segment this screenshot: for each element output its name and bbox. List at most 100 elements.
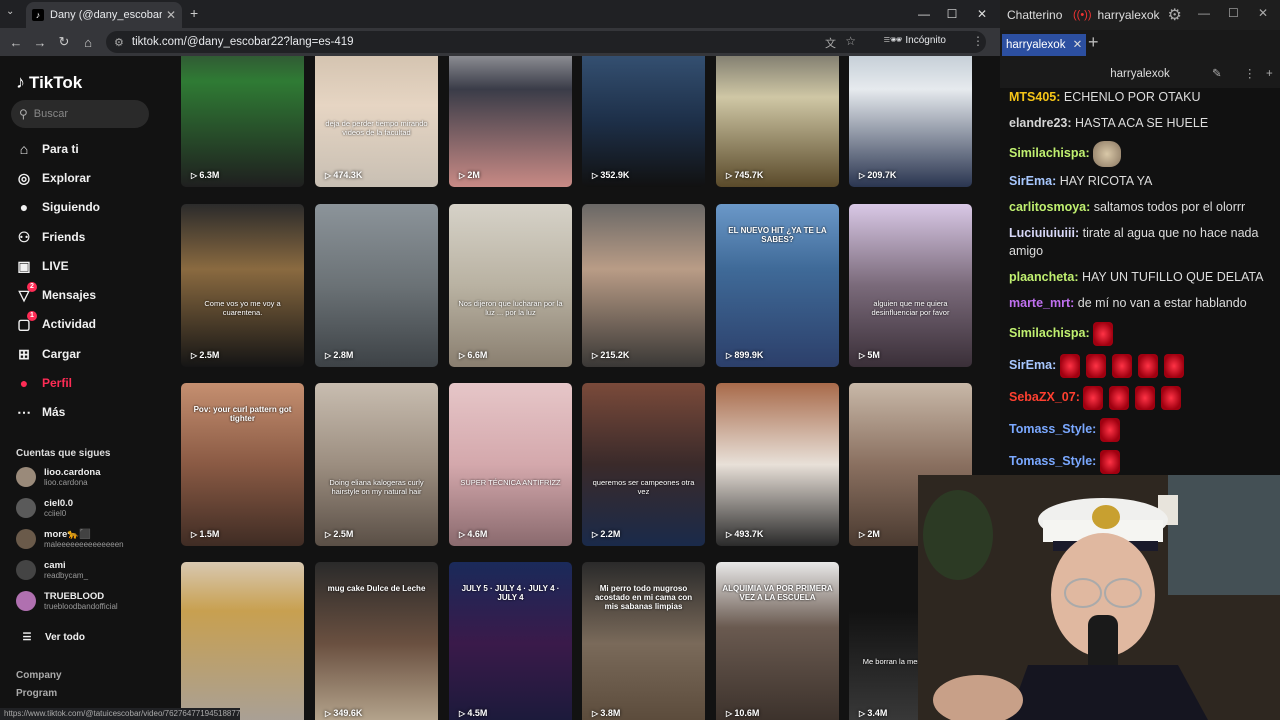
video-thumbnail[interactable]: CON6.3M bbox=[181, 56, 304, 187]
video-thumbnail[interactable]: ALQUIMIA VA POR PRIMERA VEZ A LA ESCUELA… bbox=[716, 562, 839, 720]
chat-close-icon[interactable]: ✕ bbox=[1258, 6, 1268, 20]
video-thumbnail[interactable]: Doing eliana kalogeras curly hairstyle o… bbox=[315, 383, 438, 546]
close-window-icon[interactable]: ✕ bbox=[968, 4, 996, 24]
channel-header: harryalexok ✎ ⋮ + bbox=[1000, 60, 1280, 88]
chat-maximize-icon[interactable]: ☐ bbox=[1228, 6, 1239, 20]
red-light-emote-icon[interactable] bbox=[1093, 321, 1114, 346]
mod-tools-icon[interactable]: ✎ bbox=[1212, 60, 1222, 88]
browser-tab[interactable]: ♪ Dany (@dany_escobar22) | TikTok ✕ bbox=[26, 2, 182, 28]
video-thumbnail[interactable]: Nos dijeron que lucharan por la luz ... … bbox=[449, 204, 572, 367]
nav-item-siguiendo[interactable]: ● Siguiendo bbox=[15, 194, 165, 220]
following-account[interactable]: ciel0.0 cciiel0 bbox=[16, 495, 166, 521]
nav-item-explorar[interactable]: ◎ Explorar bbox=[15, 165, 165, 191]
video-thumbnail[interactable]: alguien que me quiera desinfluenciar por… bbox=[849, 204, 972, 367]
chat-tab-close-icon[interactable]: ✕ bbox=[1073, 39, 1083, 51]
video-thumbnail[interactable]: 493.7K bbox=[716, 383, 839, 546]
video-thumbnail[interactable]: JULY 5 · JULY 4 · JULY 4 · JULY 4 4.5M bbox=[449, 562, 572, 720]
see-all-button[interactable]: ☰ Ver todo bbox=[18, 624, 168, 650]
chat-username[interactable]: Tomass_Style bbox=[1009, 422, 1092, 436]
chat-username[interactable]: SirEma bbox=[1009, 358, 1052, 372]
back-icon[interactable]: ← bbox=[4, 35, 28, 50]
chat-tab-harryalexok[interactable]: harryalexok ✕ bbox=[1002, 34, 1087, 56]
nav-item-actividad[interactable]: ▢ 1 Actividad bbox=[15, 310, 165, 337]
add-tab-icon[interactable]: + bbox=[1088, 32, 1099, 53]
chat-username[interactable]: Tomass_Style bbox=[1009, 454, 1092, 468]
video-thumbnail[interactable]: Mi perro todo mugroso acostado en mi cam… bbox=[582, 562, 705, 720]
home-browser-icon[interactable]: ⌂ bbox=[76, 35, 100, 50]
following-account[interactable]: more🐆⬛ maleeeeeeeeeeeeeen bbox=[16, 526, 166, 552]
search-input[interactable]: ⚲ Buscar bbox=[11, 100, 149, 128]
minimize-icon[interactable]: — bbox=[910, 4, 938, 24]
chat-username[interactable]: Similachispa bbox=[1009, 326, 1085, 340]
red-light-emote-icon[interactable] bbox=[1099, 417, 1120, 442]
video-thumbnail[interactable]: Pov: your curl pattern got tighter 1.5M bbox=[181, 383, 304, 546]
chat-username[interactable]: SirEma bbox=[1009, 174, 1052, 188]
chat-minimize-icon[interactable]: — bbox=[1198, 6, 1210, 20]
translate-icon[interactable]: 文 bbox=[825, 35, 836, 51]
chat-username[interactable]: SebaZX_07 bbox=[1009, 390, 1076, 404]
nav-item-para-ti[interactable]: ⌂ Para ti bbox=[15, 136, 165, 162]
channel-menu-icon[interactable]: ⋮ bbox=[1244, 60, 1256, 88]
reload-icon[interactable]: ↻ bbox=[52, 34, 76, 50]
video-thumbnail[interactable]: EL NUEVO HIT ¿YA TE LA SABES? 899.9K bbox=[716, 204, 839, 367]
bookmark-star-icon[interactable]: ☆ bbox=[845, 34, 856, 48]
video-thumbnail[interactable]: 2.8M bbox=[315, 204, 438, 367]
video-thumbnail[interactable]: mug cake Dulce de Leche 349.6K bbox=[315, 562, 438, 720]
tab-search-icon[interactable]: ⌄ bbox=[6, 6, 14, 17]
forward-icon[interactable]: → bbox=[28, 35, 52, 50]
chat-username[interactable]: MTS405 bbox=[1009, 90, 1056, 104]
video-thumbnail[interactable]: 352.9K bbox=[582, 56, 705, 187]
red-light-emote-icon[interactable] bbox=[1111, 353, 1132, 378]
red-light-emote-icon[interactable] bbox=[1099, 449, 1120, 474]
footer-program-link[interactable]: Program bbox=[16, 688, 57, 699]
nav-item-friends[interactable]: ⚇ Friends bbox=[15, 224, 165, 250]
red-light-emote-icon[interactable] bbox=[1161, 385, 1182, 410]
video-thumbnail[interactable]: deja de perder tiempo mirando videos de … bbox=[315, 56, 438, 187]
red-light-emote-icon[interactable] bbox=[1083, 385, 1104, 410]
url-field[interactable]: ⚙ tiktok.com/@dany_escobar22?lang=es-419… bbox=[106, 31, 986, 53]
cat-emote-icon[interactable] bbox=[1093, 140, 1122, 167]
chat-username[interactable]: carlitosmoya bbox=[1009, 200, 1086, 214]
incognito-icon: 🕶 bbox=[889, 35, 906, 46]
following-account[interactable]: lioo.cardona lioo.cardona bbox=[16, 464, 166, 490]
red-light-emote-icon[interactable] bbox=[1163, 353, 1184, 378]
new-tab-icon[interactable]: + bbox=[190, 5, 198, 21]
video-thumbnail[interactable]: queremos ser campeones otra vez 2.2M bbox=[582, 383, 705, 546]
video-thumbnail[interactable]: 209.7K bbox=[849, 56, 972, 187]
video-thumbnail[interactable]: 215.2K bbox=[582, 204, 705, 367]
red-light-emote-icon[interactable] bbox=[1109, 385, 1130, 410]
close-tab-icon[interactable]: ✕ bbox=[166, 8, 176, 22]
nav-item-perfil[interactable]: ● Perfil bbox=[15, 370, 165, 396]
tiktok-logo[interactable]: ♪ TikTok bbox=[16, 72, 82, 93]
video-thumbnail[interactable]: 745.7K bbox=[716, 56, 839, 187]
account-text: lioo.cardona lioo.cardona bbox=[44, 467, 100, 487]
red-light-emote-icon[interactable] bbox=[1085, 353, 1106, 378]
following-account[interactable]: cami readbycam_ bbox=[16, 557, 166, 583]
site-info-icon[interactable]: ⚙ bbox=[114, 36, 124, 49]
chat-username[interactable]: marte_mrt bbox=[1009, 296, 1070, 310]
video-thumbnail[interactable] bbox=[181, 562, 304, 720]
following-account[interactable]: TRUEBLOOD truebloodbandofficial bbox=[16, 588, 166, 614]
nav-item-mensajes[interactable]: ▽ 2 Mensajes bbox=[15, 281, 165, 308]
red-light-emote-icon[interactable] bbox=[1137, 353, 1158, 378]
video-thumbnail[interactable]: SUPER TÉCNICA ANTIFRIZZ 4.6M bbox=[449, 383, 572, 546]
browser-menu-icon[interactable]: ⋮ bbox=[972, 34, 984, 48]
account-name: more🐆⬛ bbox=[44, 529, 91, 540]
add-split-icon[interactable]: + bbox=[1266, 60, 1273, 88]
chat-username[interactable]: elandre23 bbox=[1009, 116, 1067, 130]
nav-item-cargar[interactable]: ⊞ Cargar bbox=[15, 341, 165, 367]
video-view-count: 474.3K bbox=[325, 170, 362, 180]
chat-username[interactable]: Luciuiuiuiii bbox=[1009, 226, 1075, 240]
settings-gear-icon[interactable]: ⚙ bbox=[1168, 5, 1182, 25]
red-light-emote-icon[interactable] bbox=[1135, 385, 1156, 410]
red-light-emote-icon[interactable] bbox=[1059, 353, 1080, 378]
footer-company-link[interactable]: Company bbox=[16, 670, 62, 681]
chat-username[interactable]: Similachispa bbox=[1009, 146, 1085, 160]
chat-username[interactable]: plaancheta bbox=[1009, 270, 1074, 284]
maximize-icon[interactable]: ☐ bbox=[938, 4, 966, 24]
video-thumbnail[interactable]: FALTA DE RESPETO TOTAL2M bbox=[449, 56, 572, 187]
nav-item-live[interactable]: ▣ LIVE bbox=[15, 253, 165, 279]
nav-item-m-s[interactable]: ⋯ Más bbox=[15, 399, 165, 425]
video-thumbnail[interactable]: Come vos yo me voy a cuarentena. 2.5M bbox=[181, 204, 304, 367]
incognito-indicator[interactable]: 🕶 Incógnito bbox=[890, 35, 946, 46]
